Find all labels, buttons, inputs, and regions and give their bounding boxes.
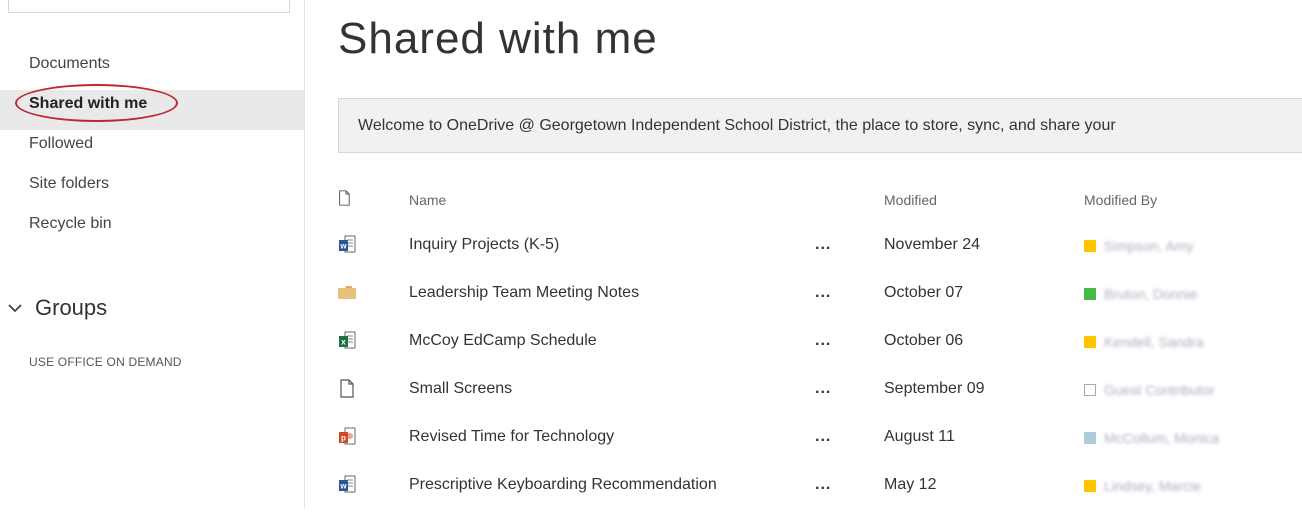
table-row[interactable]: p Revised Time for Technology ... August… — [338, 424, 1298, 472]
more-options-button[interactable]: ... — [815, 380, 831, 398]
modified-by-name[interactable]: Bruton, Donnie — [1104, 286, 1197, 302]
sidebar-item-label: Site folders — [29, 175, 110, 192]
sidebar-item-shared-with-me[interactable]: Shared with me — [0, 84, 305, 130]
svg-text:x: x — [341, 338, 346, 347]
column-header-modified-by[interactable]: Modified By — [1084, 192, 1157, 208]
modified-by: Bruton, Donnie — [1084, 286, 1197, 302]
excel-doc-icon: x — [339, 331, 356, 349]
word-doc-icon: w — [339, 235, 356, 253]
modified-date: August 11 — [884, 428, 955, 445]
folder-icon — [338, 286, 356, 299]
file-list: Name Modified Modified By w Inquiry Proj… — [338, 182, 1298, 510]
file-icon[interactable] — [338, 188, 354, 208]
sidebar-item-site-folders[interactable]: Site folders — [0, 170, 305, 210]
more-options-button[interactable]: ... — [815, 428, 831, 446]
modified-date: May 12 — [884, 476, 937, 493]
presence-indicator — [1084, 240, 1096, 252]
presence-indicator — [1084, 384, 1096, 396]
more-options-button[interactable]: ... — [815, 236, 831, 254]
groups-toggle[interactable]: Groups — [7, 295, 107, 321]
annotation-circle — [15, 84, 178, 122]
modified-by: Simpson, Amy — [1084, 238, 1193, 254]
sidebar: Documents Shared with me Followed Site f… — [0, 0, 305, 508]
presence-indicator — [1084, 288, 1096, 300]
table-row[interactable]: Small Screens ... September 09 Guest Con… — [338, 376, 1298, 424]
use-office-on-demand-link[interactable]: USE OFFICE ON DEMAND — [29, 355, 182, 369]
sidebar-item-label: Recycle bin — [29, 215, 112, 232]
search-box[interactable] — [8, 0, 290, 13]
modified-by: Guest Contributor — [1084, 382, 1215, 398]
table-row[interactable]: x McCoy EdCamp Schedule ... October 06 K… — [338, 328, 1298, 376]
svg-text:w: w — [339, 482, 347, 491]
modified-date: September 09 — [884, 380, 985, 397]
more-options-button[interactable]: ... — [815, 332, 831, 350]
sidebar-nav: Documents Shared with me Followed Site f… — [0, 50, 305, 250]
modified-by: Kendell, Sandra — [1084, 334, 1204, 350]
modified-by-name[interactable]: Simpson, Amy — [1104, 238, 1193, 254]
modified-date: November 24 — [884, 236, 981, 253]
modified-date: October 06 — [884, 332, 964, 349]
powerpoint-doc-icon: p — [339, 427, 356, 445]
presence-indicator — [1084, 480, 1096, 492]
column-header-modified[interactable]: Modified — [884, 192, 937, 208]
sidebar-item-recycle-bin[interactable]: Recycle bin — [0, 210, 305, 250]
generic-file-icon — [340, 379, 354, 398]
svg-text:w: w — [339, 242, 347, 251]
presence-indicator — [1084, 336, 1096, 348]
main-content: Shared with me Welcome to OneDrive @ Geo… — [305, 0, 1302, 508]
modified-by-name[interactable]: Lindsey, Marcie — [1104, 478, 1201, 494]
word-doc-icon: w — [339, 475, 356, 493]
chevron-down-icon — [8, 304, 22, 313]
modified-by-name[interactable]: Kendell, Sandra — [1104, 334, 1204, 350]
modified-by-name[interactable]: McCollum, Monica — [1104, 430, 1219, 446]
modified-by: McCollum, Monica — [1084, 430, 1219, 446]
table-row[interactable]: Leadership Team Meeting Notes ... Octobe… — [338, 280, 1298, 328]
file-list-header: Name Modified Modified By — [338, 182, 1298, 222]
page-title: Shared with me — [338, 14, 658, 63]
more-options-button[interactable]: ... — [815, 284, 831, 302]
more-options-button[interactable]: ... — [815, 476, 831, 494]
column-header-name[interactable]: Name — [409, 192, 446, 208]
sidebar-item-label: Followed — [29, 135, 94, 152]
table-row[interactable]: w Prescriptive Keyboarding Recommendatio… — [338, 472, 1298, 520]
groups-label: Groups — [35, 295, 108, 320]
welcome-banner: Welcome to OneDrive @ Georgetown Indepen… — [338, 98, 1302, 153]
sidebar-item-label: Documents — [29, 55, 110, 72]
table-row[interactable]: w Inquiry Projects (K-5) ... November 24… — [338, 232, 1298, 280]
file-name[interactable]: McCoy EdCamp Schedule — [409, 332, 597, 350]
modified-by: Lindsey, Marcie — [1084, 478, 1201, 494]
sidebar-item-followed[interactable]: Followed — [0, 130, 305, 170]
file-name[interactable]: Prescriptive Keyboarding Recommendation — [409, 476, 717, 494]
file-name[interactable]: Inquiry Projects (K-5) — [409, 236, 559, 254]
sidebar-item-documents[interactable]: Documents — [0, 50, 305, 90]
svg-text:p: p — [341, 434, 346, 443]
file-name[interactable]: Leadership Team Meeting Notes — [409, 284, 639, 302]
file-name[interactable]: Small Screens — [409, 380, 512, 398]
modified-date: October 07 — [884, 284, 964, 301]
presence-indicator — [1084, 432, 1096, 444]
modified-by-name[interactable]: Guest Contributor — [1104, 382, 1215, 398]
file-name[interactable]: Revised Time for Technology — [409, 428, 614, 446]
